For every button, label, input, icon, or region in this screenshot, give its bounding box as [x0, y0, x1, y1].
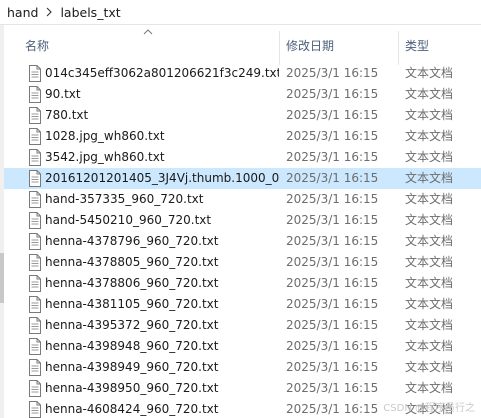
file-modified-date: 2025/3/1 16:15: [286, 192, 379, 206]
file-modified-date: 2025/3/1 16:15: [286, 360, 379, 374]
text-file-icon: [29, 317, 41, 334]
column-divider[interactable]: [398, 31, 399, 65]
file-name: henna-4378796_960_720.txt: [45, 234, 219, 248]
file-type: 文本文档: [405, 276, 454, 290]
file-modified-date: 2025/3/1 16:15: [286, 66, 379, 80]
column-header: 名称 修改日期 类型: [4, 25, 481, 65]
file-name: hand-357335_960_720.txt: [45, 192, 204, 206]
text-file-icon: [29, 212, 41, 229]
file-name: 3542.jpg_wh860.txt: [45, 150, 165, 164]
file-row[interactable]: henna-4378805_960_720.txt 2025/3/1 16:15 文…: [4, 252, 481, 273]
file-name: 1028.jpg_wh860.txt: [45, 129, 165, 143]
file-row[interactable]: henna-4381105_960_720.txt 2025/3/1 16:15 文…: [4, 294, 481, 315]
text-file-icon: [29, 170, 41, 187]
text-file-icon: [29, 338, 41, 355]
file-name: henna-4398949_960_720.txt: [45, 360, 219, 374]
file-modified-date: 2025/3/1 16:15: [286, 234, 379, 248]
file-name: henna-4398948_960_720.txt: [45, 339, 219, 353]
file-modified-date: 2025/3/1 16:15: [286, 339, 379, 353]
file-modified-date: 2025/3/1 16:15: [286, 213, 379, 227]
file-name: henna-4378805_960_720.txt: [45, 255, 219, 269]
file-modified-date: 2025/3/1 16:15: [286, 87, 379, 101]
file-modified-date: 2025/3/1 16:15: [286, 276, 379, 290]
text-file-icon: [29, 275, 41, 292]
file-type: 文本文档: [405, 192, 454, 206]
file-modified-date: 2025/3/1 16:15: [286, 297, 379, 311]
file-row[interactable]: 3542.jpg_wh860.txt 2025/3/1 16:15 文本文档: [4, 147, 481, 168]
text-file-icon: [29, 254, 41, 271]
sort-ascending-icon: [143, 29, 153, 35]
file-name: 014c345eff3062a801206621f3c249.txt: [45, 66, 279, 80]
text-file-icon: [29, 128, 41, 145]
file-name: henna-4378806_960_720.txt: [45, 276, 219, 290]
file-row[interactable]: henna-4395372_960_720.txt 2025/3/1 16:15 文…: [4, 315, 481, 336]
file-modified-date: 2025/3/1 16:15: [286, 108, 379, 122]
text-file-icon: [29, 191, 41, 208]
file-row[interactable]: henna-4398949_960_720.txt 2025/3/1 16:15 文…: [4, 357, 481, 378]
breadcrumb: hand labels_txt: [0, 0, 481, 24]
file-row[interactable]: henna-4398950_960_720.txt 2025/3/1 16:15 文…: [4, 378, 481, 399]
text-file-icon: [29, 233, 41, 250]
column-divider[interactable]: [279, 31, 280, 65]
file-row[interactable]: hand-5450210_960_720.txt 2025/3/1 16:15 文本…: [4, 210, 481, 231]
text-file-icon: [29, 86, 41, 103]
file-name: hand-5450210_960_720.txt: [45, 213, 212, 227]
file-row[interactable]: 014c345eff3062a801206621f3c249.txt 2025/3…: [4, 63, 481, 84]
file-modified-date: 2025/3/1 16:15: [286, 381, 379, 395]
file-type: 文本文档: [405, 297, 454, 311]
file-row[interactable]: henna-4398948_960_720.txt 2025/3/1 16:15 文…: [4, 336, 481, 357]
file-type: 文本文档: [405, 360, 454, 374]
file-modified-date: 2025/3/1 16:15: [286, 129, 379, 143]
file-row[interactable]: 780.txt 2025/3/1 16:15 文本文档: [4, 105, 481, 126]
text-file-icon: [29, 296, 41, 313]
file-type: 文本文档: [405, 339, 454, 353]
breadcrumb-item-labels-txt[interactable]: labels_txt: [60, 5, 120, 20]
chevron-right-icon[interactable]: [45, 7, 53, 17]
text-file-icon: [29, 380, 41, 397]
file-type: 文本文档: [405, 87, 454, 101]
file-type: 文本文档: [405, 108, 454, 122]
text-file-icon: [29, 149, 41, 166]
file-name: henna-4381105_960_720.txt: [45, 297, 219, 311]
file-type: 文本文档: [405, 150, 454, 164]
file-type: 文本文档: [405, 255, 454, 269]
file-name: 20161201201405_3J4Vj.thumb.1000_0...: [45, 171, 279, 185]
watermark: CSDN @程序员行之: [383, 403, 475, 414]
file-name: 780.txt: [45, 108, 89, 122]
file-name: 90.txt: [45, 87, 81, 101]
file-type: 文本文档: [405, 213, 454, 227]
file-row[interactable]: 20161201201405_3J4Vj.thumb.1000_0... 2025…: [4, 168, 481, 189]
file-modified-date: 2025/3/1 16:15: [286, 255, 379, 269]
file-modified-date: 2025/3/1 16:15: [286, 318, 379, 332]
file-type: 文本文档: [405, 381, 454, 395]
file-modified-date: 2025/3/1 16:15: [286, 150, 379, 164]
file-type: 文本文档: [405, 171, 454, 185]
file-type: 文本文档: [405, 318, 454, 332]
text-file-icon: [29, 65, 41, 82]
breadcrumb-item-hand[interactable]: hand: [7, 5, 38, 20]
file-type: 文本文档: [405, 234, 454, 248]
text-file-icon: [29, 107, 41, 124]
file-row[interactable]: 90.txt 2025/3/1 16:15 文本文档: [4, 84, 481, 105]
file-name: henna-4608424_960_720.txt: [45, 402, 219, 416]
file-modified-date: 2025/3/1 16:15: [286, 402, 379, 416]
column-header-date[interactable]: 修改日期: [286, 25, 334, 65]
file-type: 文本文档: [405, 129, 454, 143]
column-header-type[interactable]: 类型: [405, 25, 429, 65]
file-row[interactable]: henna-4378796_960_720.txt 2025/3/1 16:15 文…: [4, 231, 481, 252]
file-row[interactable]: hand-357335_960_720.txt 2025/3/1 16:15 文本文…: [4, 189, 481, 210]
text-file-icon: [29, 359, 41, 376]
file-name: henna-4395372_960_720.txt: [45, 318, 219, 332]
file-row[interactable]: 1028.jpg_wh860.txt 2025/3/1 16:15 文本文档: [4, 126, 481, 147]
text-file-icon: [29, 401, 41, 418]
file-row[interactable]: henna-4378806_960_720.txt 2025/3/1 16:15 文…: [4, 273, 481, 294]
file-type: 文本文档: [405, 66, 454, 80]
file-modified-date: 2025/3/1 16:15: [286, 171, 379, 185]
file-name: henna-4398950_960_720.txt: [45, 381, 219, 395]
column-header-name[interactable]: 名称: [25, 25, 49, 65]
